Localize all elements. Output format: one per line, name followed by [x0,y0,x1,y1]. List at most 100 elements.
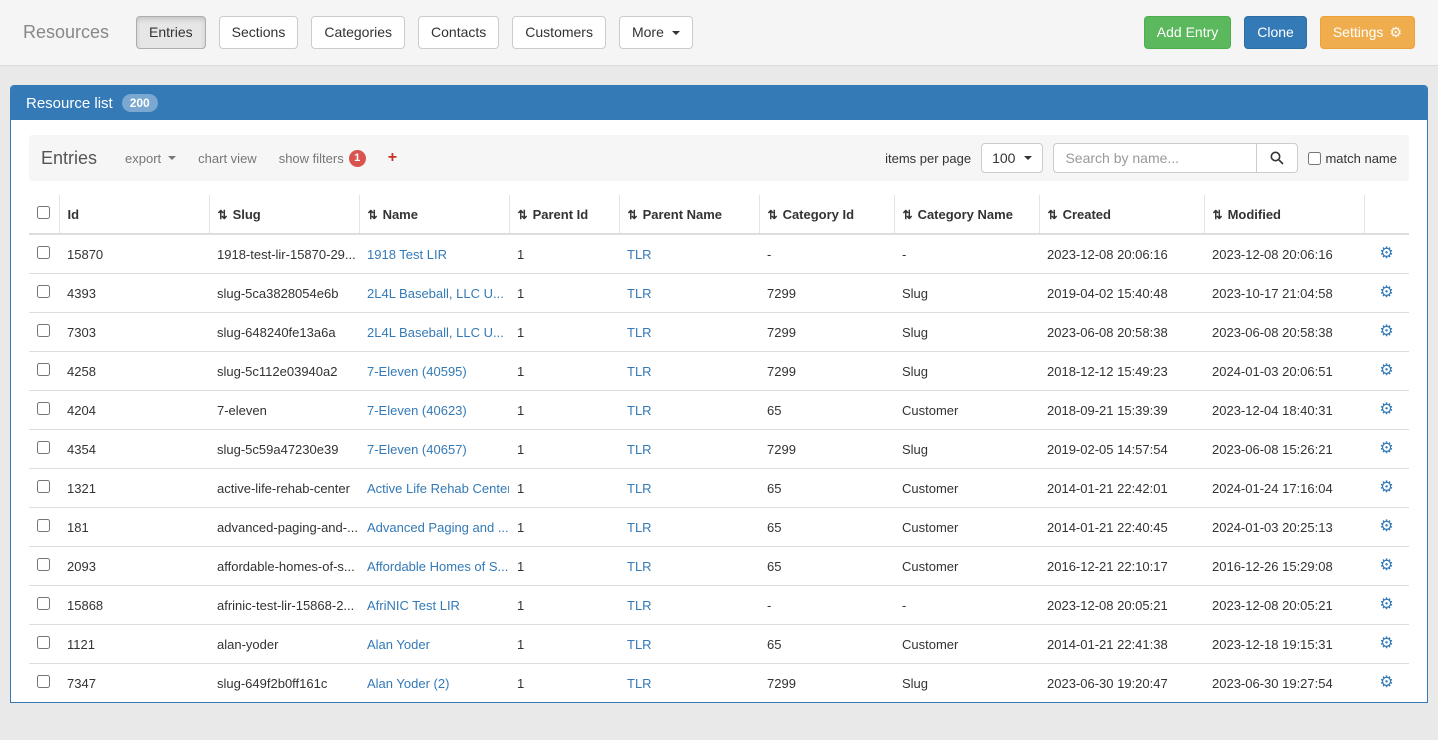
cell-parent-id: 1 [509,469,619,508]
cell-parent-id: 1 [509,586,619,625]
row-settings-button[interactable]: ⚙ [1379,441,1393,457]
cell-parent-id: 1 [509,625,619,664]
name-link[interactable]: 7-Eleven (40623) [367,403,467,418]
parent-name-link[interactable]: TLR [627,598,652,613]
row-checkbox[interactable] [37,402,50,415]
name-link[interactable]: Active Life Rehab Center [367,481,509,496]
tab-sections[interactable]: Sections [219,16,299,50]
settings-button[interactable]: Settings ⚙ [1320,16,1415,50]
parent-name-link[interactable]: TLR [627,637,652,652]
parent-name-link[interactable]: TLR [627,325,652,340]
gear-icon: ⚙ [1379,323,1393,340]
row-settings-button[interactable]: ⚙ [1379,480,1393,496]
match-name-checkbox[interactable] [1308,152,1321,165]
row-checkbox[interactable] [37,285,50,298]
select-all-checkbox[interactable] [37,206,50,219]
tab-categories[interactable]: Categories [311,16,405,50]
column-header-slug[interactable]: ⇅Slug [209,195,359,234]
tab-entries[interactable]: Entries [136,16,206,50]
row-checkbox[interactable] [37,519,50,532]
search-button[interactable] [1256,143,1298,173]
tab-more[interactable]: More [619,16,693,50]
row-settings-button[interactable]: ⚙ [1379,597,1393,613]
show-filters-link[interactable]: show filters 1 [279,150,366,167]
name-link[interactable]: 2L4L Baseball, LLC U... [367,286,504,301]
column-header-name[interactable]: ⇅Name [359,195,509,234]
parent-name-link[interactable]: TLR [627,286,652,301]
cell-slug: slug-5ca3828054e6b [209,274,359,313]
row-settings-button[interactable]: ⚙ [1379,558,1393,574]
cell-category-id: - [759,234,894,274]
row-checkbox[interactable] [37,558,50,571]
parent-name-link[interactable]: TLR [627,442,652,457]
name-link[interactable]: 1918 Test LIR [367,247,447,262]
name-link[interactable]: 7-Eleven (40657) [367,442,467,457]
row-checkbox[interactable] [37,324,50,337]
parent-name-link[interactable]: TLR [627,247,652,262]
column-header-id[interactable]: Id [59,195,209,234]
row-settings-button[interactable]: ⚙ [1379,363,1393,379]
column-header-category-id[interactable]: ⇅Category Id [759,195,894,234]
sort-icon: ⇅ [518,208,528,222]
add-entry-button[interactable]: Add Entry [1144,16,1231,50]
tab-contacts[interactable]: Contacts [418,16,499,50]
row-settings-button[interactable]: ⚙ [1379,636,1393,652]
row-settings-button[interactable]: ⚙ [1379,519,1393,535]
column-header-parent-id[interactable]: ⇅Parent Id [509,195,619,234]
cell-created: 2019-04-02 15:40:48 [1039,274,1204,313]
resource-list-panel: Resource list 200 Entries export chart v… [10,85,1428,703]
export-dropdown[interactable]: export [125,151,176,166]
row-settings-button[interactable]: ⚙ [1379,324,1393,340]
cell-actions: ⚙ [1364,469,1409,508]
cell-select [29,274,59,313]
row-checkbox[interactable] [37,636,50,649]
column-label: Modified [1228,207,1281,222]
cell-select [29,664,59,703]
cell-created: 2023-06-30 19:20:47 [1039,664,1204,703]
name-link[interactable]: 7-Eleven (40595) [367,364,467,379]
name-link[interactable]: Advanced Paging and ... [367,520,509,535]
parent-name-link[interactable]: TLR [627,364,652,379]
sort-icon: ⇅ [1048,208,1058,222]
cell-id: 7347 [59,664,209,703]
row-settings-button[interactable]: ⚙ [1379,675,1393,691]
row-settings-button[interactable]: ⚙ [1379,246,1393,262]
row-checkbox[interactable] [37,363,50,376]
row-settings-button[interactable]: ⚙ [1379,402,1393,418]
column-header-category-name[interactable]: ⇅Category Name [894,195,1039,234]
column-header-parent-name[interactable]: ⇅Parent Name [619,195,759,234]
gear-icon: ⚙ [1379,557,1393,574]
cell-parent-id: 1 [509,391,619,430]
row-checkbox[interactable] [37,480,50,493]
name-link[interactable]: Alan Yoder (2) [367,676,449,691]
row-settings-button[interactable]: ⚙ [1379,285,1393,301]
column-header-modified[interactable]: ⇅Modified [1204,195,1364,234]
parent-name-link[interactable]: TLR [627,520,652,535]
tab-customers[interactable]: Customers [512,16,606,50]
name-link[interactable]: Alan Yoder [367,637,430,652]
items-per-page-select[interactable]: 100 [981,143,1043,173]
parent-name-link[interactable]: TLR [627,481,652,496]
name-link[interactable]: 2L4L Baseball, LLC U... [367,325,504,340]
search-input[interactable] [1053,143,1256,173]
column-header-created[interactable]: ⇅Created [1039,195,1204,234]
resource-table: Id⇅Slug⇅Name⇅Parent Id⇅Parent Name⇅Categ… [29,195,1409,702]
parent-name-link[interactable]: TLR [627,403,652,418]
parent-name-link[interactable]: TLR [627,676,652,691]
name-link[interactable]: Affordable Homes of S... [367,559,508,574]
parent-name-link[interactable]: TLR [627,559,652,574]
cell-category-name: Slug [894,274,1039,313]
chart-view-link[interactable]: chart view [198,151,257,166]
row-checkbox[interactable] [37,246,50,259]
cell-category-id: - [759,586,894,625]
name-link[interactable]: AfriNIC Test LIR [367,598,460,613]
clone-button[interactable]: Clone [1244,16,1307,50]
cell-id: 15870 [59,234,209,274]
cell-actions: ⚙ [1364,391,1409,430]
cell-category-name: Slug [894,430,1039,469]
add-filter-button[interactable]: + [388,149,397,167]
row-checkbox[interactable] [37,675,50,688]
row-checkbox[interactable] [37,441,50,454]
cell-name: Active Life Rehab Center [359,469,509,508]
row-checkbox[interactable] [37,597,50,610]
